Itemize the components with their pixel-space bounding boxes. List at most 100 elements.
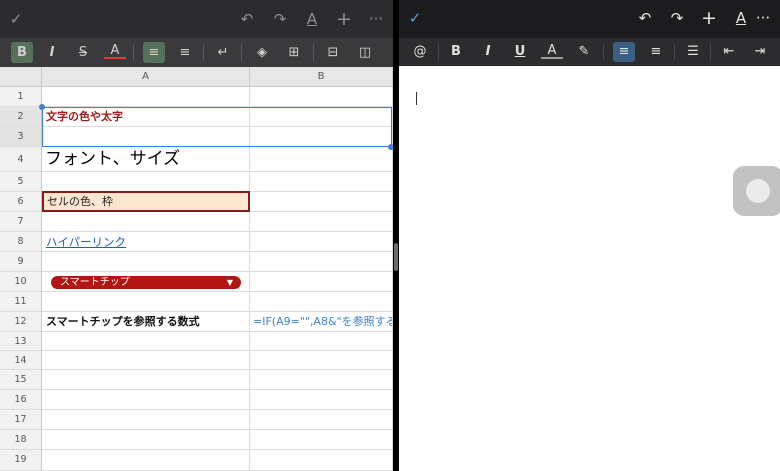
mention-button[interactable]: @ xyxy=(409,42,431,62)
more-icon[interactable]: ··· xyxy=(753,8,773,28)
cell-b17[interactable] xyxy=(250,410,393,430)
cell-a18[interactable] xyxy=(42,430,250,450)
cell-a1[interactable] xyxy=(42,87,250,107)
cell-b8[interactable] xyxy=(250,232,393,252)
cell-b18[interactable] xyxy=(250,430,393,450)
row-header[interactable]: 7 xyxy=(0,212,42,232)
undo-icon[interactable]: ↶ xyxy=(237,9,257,29)
row-header[interactable]: 12 xyxy=(0,312,42,332)
more-icon[interactable]: ··· xyxy=(366,9,386,29)
cell-a5[interactable] xyxy=(42,172,250,192)
borders-icon[interactable]: ⊞ xyxy=(283,42,305,63)
bold-button[interactable]: B xyxy=(445,42,467,62)
row-header[interactable]: 1 xyxy=(0,87,42,107)
checkmark-icon[interactable]: ✓ xyxy=(6,9,26,29)
cell-b5[interactable] xyxy=(250,172,393,192)
split-view: ✓ ↶ ↷ A + ··· B I S A ≡ ≡ ↵ ◈ ⊞ ⊟ ◫ A B xyxy=(0,0,780,471)
align-center-icon[interactable]: ≡ xyxy=(645,42,667,62)
checkmark-icon[interactable]: ✓ xyxy=(405,8,425,28)
underline-button[interactable]: U xyxy=(509,42,531,62)
column-header-b[interactable]: B xyxy=(250,67,393,87)
wrap-text-icon[interactable]: ↵ xyxy=(212,42,234,63)
cell-b11[interactable] xyxy=(250,292,393,312)
text-format-icon[interactable]: A xyxy=(302,9,322,29)
cell-b19[interactable] xyxy=(250,450,393,471)
plus-icon[interactable]: + xyxy=(699,8,719,28)
split-view-grip-handle[interactable] xyxy=(394,243,398,271)
cell-b6[interactable] xyxy=(250,192,393,212)
cell-b16[interactable] xyxy=(250,390,393,410)
cell-a7[interactable] xyxy=(42,212,250,232)
cell-a4[interactable]: フォント、サイズ xyxy=(42,147,250,172)
cell-a19[interactable] xyxy=(42,450,250,471)
select-all-corner[interactable] xyxy=(0,67,42,87)
row-header[interactable]: 18 xyxy=(0,430,42,450)
docs-top-toolbar: ✓ ↶ ↷ + A ··· xyxy=(399,0,780,38)
cell-a11[interactable] xyxy=(42,292,250,312)
text-cursor[interactable] xyxy=(416,92,417,105)
fill-color-icon[interactable]: ◈ xyxy=(251,42,273,63)
redo-icon[interactable]: ↷ xyxy=(270,9,290,29)
cell-a13[interactable] xyxy=(42,332,250,351)
cell-a14[interactable] xyxy=(42,351,250,370)
cell-a12[interactable]: スマートチップを参照する数式 xyxy=(42,312,250,332)
row-header[interactable]: 4 xyxy=(0,147,42,172)
divider xyxy=(438,44,439,60)
row-header[interactable]: 19 xyxy=(0,450,42,471)
divider xyxy=(710,44,711,60)
row-header[interactable]: 13 xyxy=(0,332,42,351)
text-format-icon[interactable]: A xyxy=(731,8,751,28)
bulleted-list-icon[interactable]: ☰ xyxy=(682,42,704,62)
selection-handle-top-left[interactable] xyxy=(39,104,45,110)
cell-a6[interactable]: セルの色、枠 xyxy=(42,191,250,212)
row-header[interactable]: 5 xyxy=(0,172,42,192)
cell-b4[interactable] xyxy=(250,147,393,172)
assistive-touch-button[interactable] xyxy=(733,166,780,216)
cell-a15[interactable] xyxy=(42,370,250,390)
insert-row-icon[interactable]: ⊟ xyxy=(322,42,344,63)
row-header[interactable]: 14 xyxy=(0,351,42,370)
cell-b1[interactable] xyxy=(250,87,393,107)
text-color-button[interactable]: A xyxy=(541,42,563,59)
cell-b9[interactable] xyxy=(250,252,393,272)
smart-chip-dropdown[interactable]: スマートチップ ▼ xyxy=(51,276,241,289)
cell-b13[interactable] xyxy=(250,332,393,351)
row-header[interactable]: 2 xyxy=(0,107,42,127)
row-header[interactable]: 6 xyxy=(0,192,42,212)
strikethrough-button[interactable]: S xyxy=(72,42,94,63)
divider xyxy=(603,44,604,60)
cell-a17[interactable] xyxy=(42,410,250,430)
row-header[interactable]: 10 xyxy=(0,272,42,292)
divider xyxy=(313,44,314,61)
cell-b14[interactable] xyxy=(250,351,393,370)
redo-icon[interactable]: ↷ xyxy=(667,8,687,28)
align-left-icon[interactable]: ≡ xyxy=(613,42,635,62)
cell-a8-hyperlink[interactable]: ハイパーリンク xyxy=(42,232,250,252)
italic-button[interactable]: I xyxy=(477,42,499,62)
italic-button[interactable]: I xyxy=(41,42,63,63)
plus-icon[interactable]: + xyxy=(334,9,354,29)
cell-a16[interactable] xyxy=(42,390,250,410)
row-header[interactable]: 11 xyxy=(0,292,42,312)
bold-button[interactable]: B xyxy=(11,42,33,63)
row-header[interactable]: 8 xyxy=(0,232,42,252)
insert-column-icon[interactable]: ◫ xyxy=(354,42,376,63)
cell-b10[interactable] xyxy=(250,272,393,292)
increase-indent-icon[interactable]: ⇥ xyxy=(749,42,771,62)
align-center-icon[interactable]: ≡ xyxy=(174,42,196,63)
undo-icon[interactable]: ↶ xyxy=(635,8,655,28)
cell-b12-formula[interactable]: =IF(A9="",A8&"を参照する xyxy=(250,312,393,332)
row-header[interactable]: 9 xyxy=(0,252,42,272)
row-header[interactable]: 3 xyxy=(0,127,42,147)
text-color-button[interactable]: A xyxy=(104,42,126,59)
align-left-icon[interactable]: ≡ xyxy=(143,42,165,63)
decrease-indent-icon[interactable]: ⇤ xyxy=(718,42,740,62)
cell-b7[interactable] xyxy=(250,212,393,232)
cell-b15[interactable] xyxy=(250,370,393,390)
column-header-a[interactable]: A xyxy=(42,67,250,87)
row-header[interactable]: 16 xyxy=(0,390,42,410)
cell-a9[interactable] xyxy=(42,252,250,272)
row-header[interactable]: 15 xyxy=(0,370,42,390)
row-header[interactable]: 17 xyxy=(0,410,42,430)
highlight-color-icon[interactable]: ✎ xyxy=(573,42,595,62)
